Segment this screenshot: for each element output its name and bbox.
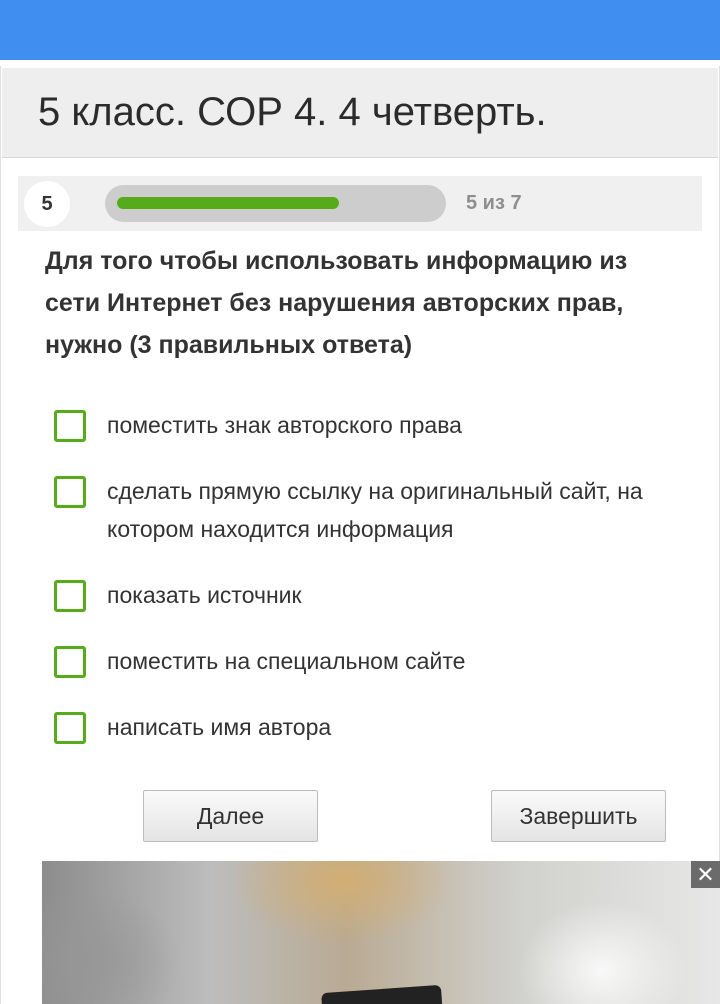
- quiz-title: 5 класс. СОР 4. 4 четверть.: [38, 90, 547, 134]
- answer-option-label: показать источник: [107, 582, 302, 608]
- checkbox[interactable]: [54, 476, 86, 508]
- answer-option-label: поместить на специальном сайте: [107, 648, 466, 674]
- checkbox[interactable]: [54, 410, 86, 442]
- answer-option-3[interactable]: показать источник: [54, 580, 674, 614]
- close-ad-icon[interactable]: ✕: [691, 861, 720, 888]
- answer-option-label: написать имя автора: [107, 714, 332, 740]
- checkbox[interactable]: [54, 646, 86, 678]
- progress-counter: 5 из 7: [466, 192, 522, 214]
- checkbox[interactable]: [54, 712, 86, 744]
- answer-option-1[interactable]: поместить знак авторского права: [54, 410, 674, 444]
- answer-option-4[interactable]: поместить на специальном сайте: [54, 646, 674, 680]
- answer-option-2[interactable]: сделать прямую ссылку на оригинальный са…: [54, 476, 674, 548]
- next-button[interactable]: Далее: [143, 790, 318, 842]
- answer-option-label: сделать прямую ссылку на оригинальный са…: [107, 478, 643, 542]
- progress-bar-fill: [117, 197, 339, 209]
- answer-option-5[interactable]: написать имя автора: [54, 712, 674, 746]
- top-bar: [0, 0, 720, 60]
- advertisement-image[interactable]: [42, 861, 720, 1004]
- question-number-badge: 5: [24, 181, 70, 227]
- progress-bar: [105, 185, 446, 222]
- checkbox[interactable]: [54, 580, 86, 612]
- answer-option-label: поместить знак авторского права: [107, 412, 462, 438]
- ad-image-object: [321, 984, 443, 1004]
- finish-button[interactable]: Завершить: [491, 790, 666, 842]
- question-text: Для того чтобы использовать информацию и…: [45, 247, 628, 359]
